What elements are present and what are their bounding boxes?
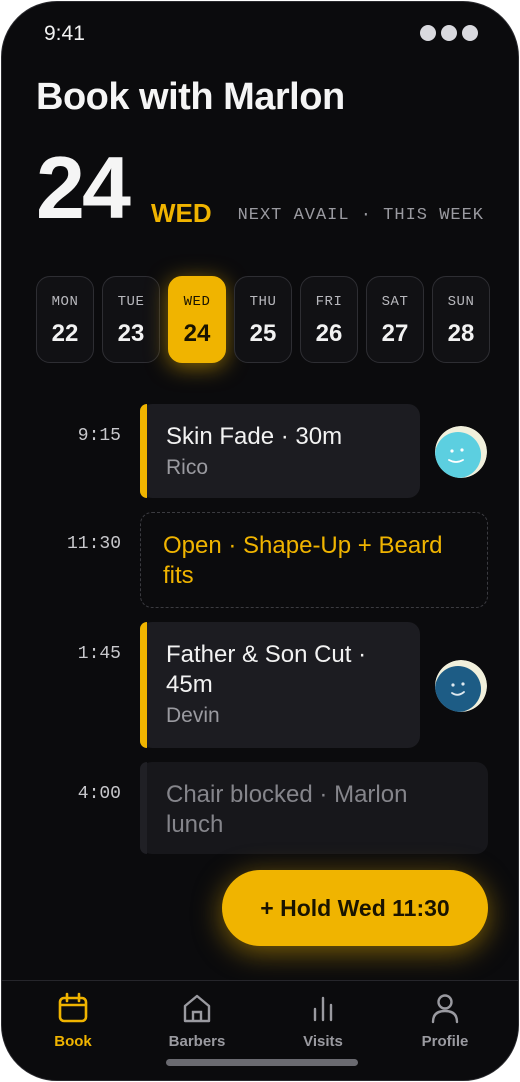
tab-visits[interactable]: Visits (278, 991, 368, 1061)
day-chip-name: MON (51, 294, 79, 310)
day-chip-tue[interactable]: TUE 23 (102, 276, 160, 363)
day-chip-name: SAT (381, 294, 409, 310)
day-chip-sun[interactable]: SUN 28 (432, 276, 490, 363)
appointment-card[interactable]: Skin Fade · 30m Rico (140, 404, 420, 498)
status-bar: 9:41 (2, 2, 518, 66)
blocked-slot-title: Chair blocked · Marlon lunch (166, 781, 408, 838)
availability-note: NEXT AVAIL · THIS WEEK (237, 206, 484, 225)
blocked-slot-card: Chair blocked · Marlon lunch (140, 762, 488, 854)
appointment-client: Rico (166, 456, 209, 479)
slot-time: 1:45 (77, 644, 121, 664)
day-chip-wed[interactable]: WED 24 (168, 276, 226, 363)
day-chip-name: FRI (315, 294, 343, 310)
appointment-card[interactable]: Father & Son Cut · 45m Devin (140, 622, 420, 748)
appointment-title: Skin Fade · 30m (166, 423, 343, 450)
tab-label: Book (54, 1033, 92, 1050)
appointment-title: Father & Son Cut · 45m (166, 641, 367, 698)
person-icon (431, 994, 459, 1024)
phone-frame: 9:41 Book with Marlon 24 WED NEXT AVAIL … (1, 1, 519, 1081)
tab-label: Profile (421, 1033, 469, 1050)
selected-day-name: WED (151, 198, 212, 228)
tab-label: Barbers (168, 1033, 226, 1050)
page-title: Book with Marlon (36, 76, 345, 118)
status-time: 9:41 (44, 22, 85, 45)
calendar-icon (58, 992, 88, 1023)
home-icon (183, 994, 211, 1023)
day-chip-name: THU (249, 294, 277, 310)
bar-chart-icon (313, 996, 333, 1022)
day-chip-date: 27 (381, 320, 409, 347)
day-chip-name: TUE (117, 294, 145, 310)
day-chip-date: 28 (447, 320, 475, 347)
tab-book[interactable]: Book (28, 991, 118, 1061)
slot-time: 11:30 (66, 534, 121, 554)
open-slot-title: Open · Shape-Up + Beard fits (163, 532, 443, 589)
tab-barbers[interactable]: Barbers (152, 991, 242, 1061)
client-avatar-icon[interactable] (435, 426, 487, 478)
day-chip-date: 23 (117, 320, 145, 347)
hold-slot-button[interactable]: + Hold Wed 11:30 (222, 870, 488, 946)
selected-date-number: 24 (36, 138, 131, 237)
appointment-client: Devin (166, 704, 220, 727)
day-chip-sat[interactable]: SAT 27 (366, 276, 424, 363)
slot-time: 4:00 (77, 784, 121, 804)
tab-label: Visits (303, 1033, 343, 1050)
home-indicator[interactable] (166, 1059, 358, 1066)
day-chip-fri[interactable]: FRI 26 (300, 276, 358, 363)
client-avatar-icon[interactable] (435, 660, 487, 712)
week-day-picker: MON 22 TUE 23 WED 24 THU 25 FRI 26 SAT 2… (36, 276, 490, 363)
day-chip-name: SUN (447, 294, 475, 310)
day-chip-date: 26 (315, 320, 343, 347)
tab-profile[interactable]: Profile (400, 991, 490, 1061)
day-chip-name: WED (183, 294, 211, 310)
day-chip-date: 24 (183, 320, 211, 347)
day-chip-thu[interactable]: THU 25 (234, 276, 292, 363)
open-slot-card[interactable]: Open · Shape-Up + Beard fits (140, 512, 488, 608)
slot-time: 9:15 (77, 426, 121, 446)
status-indicators-icon (420, 25, 478, 41)
day-chip-mon[interactable]: MON 22 (36, 276, 94, 363)
day-chip-date: 25 (249, 320, 277, 347)
day-chip-date: 22 (51, 320, 79, 347)
